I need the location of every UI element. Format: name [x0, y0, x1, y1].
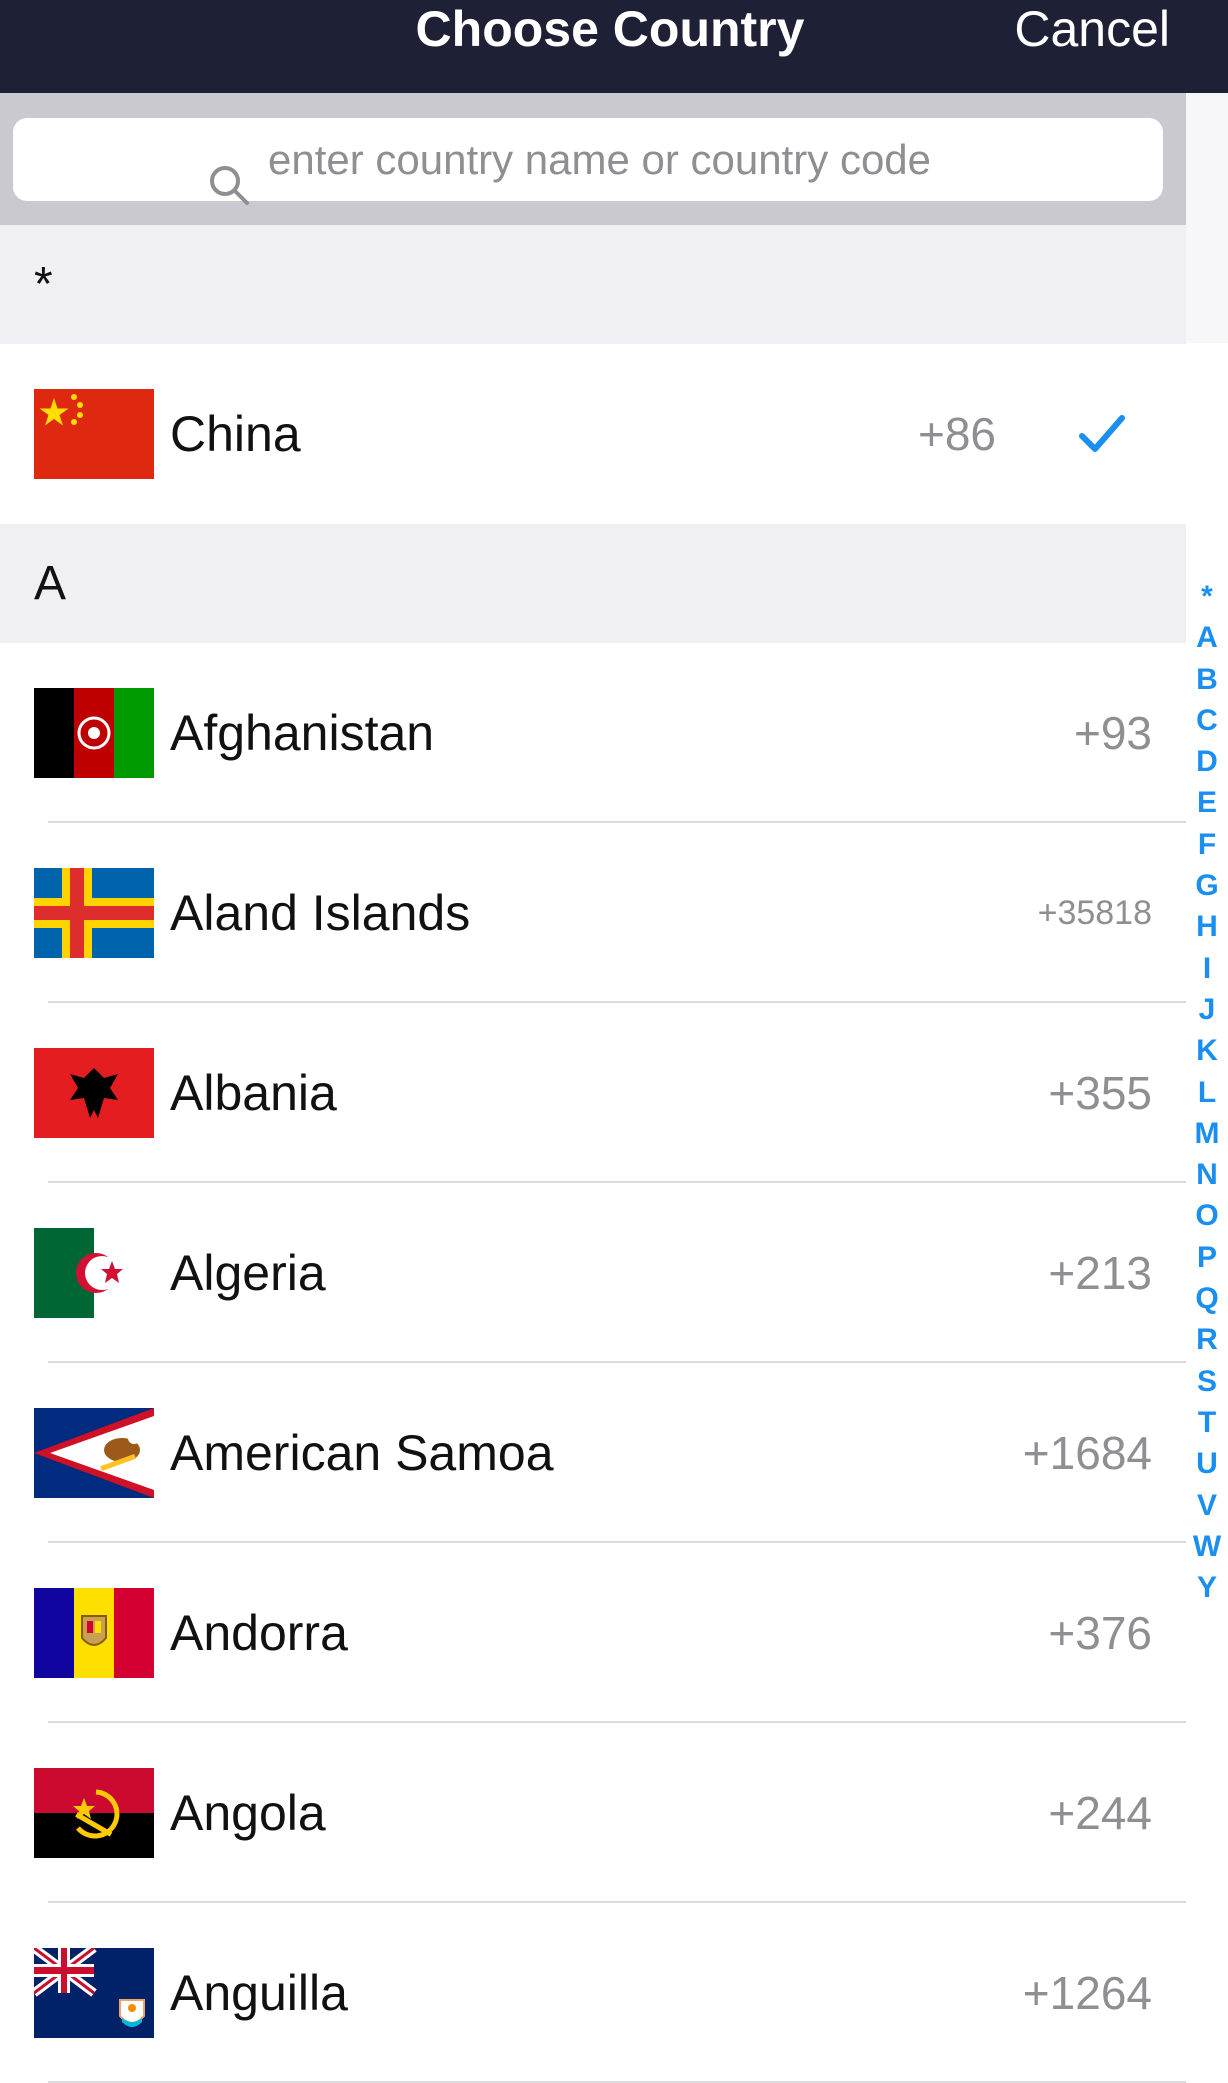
country-row[interactable]: Anguilla +1264	[0, 1903, 1186, 2083]
index-letter[interactable]: K	[1196, 1030, 1218, 1071]
index-letter[interactable]: T	[1198, 1402, 1216, 1443]
index-letter[interactable]: B	[1196, 659, 1218, 700]
flag-china-icon	[34, 389, 154, 479]
index-letter[interactable]: F	[1198, 824, 1216, 865]
flag-aland-islands-icon	[34, 868, 154, 958]
country-name: American Samoa	[170, 1425, 554, 1481]
country-name: Angola	[170, 1785, 326, 1841]
checkmark-icon	[1078, 412, 1126, 456]
country-row[interactable]: Andorra +376	[0, 1543, 1186, 1723]
country-row[interactable]: Algeria +213	[0, 1183, 1186, 1363]
flag-albania-icon	[34, 1048, 154, 1138]
index-letter[interactable]: H	[1196, 906, 1218, 947]
country-row[interactable]: Albania +355	[0, 1003, 1186, 1183]
index-letter[interactable]: R	[1196, 1319, 1218, 1360]
index-letter[interactable]: N	[1196, 1154, 1218, 1195]
country-dial-code: +244	[1048, 1787, 1152, 1839]
country-name: Andorra	[170, 1605, 348, 1661]
index-letter[interactable]: U	[1196, 1443, 1218, 1484]
index-letter[interactable]: V	[1197, 1485, 1217, 1526]
index-letter[interactable]: P	[1197, 1237, 1217, 1278]
search-bar-area	[0, 93, 1186, 225]
country-row[interactable]: Angola +244	[0, 1723, 1186, 1903]
side-strip	[1186, 93, 1228, 343]
index-letter[interactable]: O	[1195, 1195, 1218, 1236]
index-letter[interactable]: D	[1196, 741, 1218, 782]
index-letter[interactable]: Q	[1195, 1278, 1218, 1319]
navigation-bar: Choose Country Cancel	[0, 0, 1228, 93]
country-row[interactable]: China +86	[0, 344, 1186, 524]
index-letter[interactable]: A	[1196, 617, 1218, 658]
index-letter[interactable]: C	[1196, 700, 1218, 741]
index-letter[interactable]: G	[1195, 865, 1218, 906]
country-dial-code: +1264	[1022, 1967, 1152, 2019]
index-letter[interactable]: L	[1198, 1072, 1216, 1113]
country-name: Algeria	[170, 1245, 326, 1301]
index-letter[interactable]: Y	[1197, 1567, 1217, 1608]
country-dial-code: +86	[917, 408, 996, 460]
alphabet-index-bar[interactable]: * A B C D E F G H I J K L M N O P Q R S T U V W Y	[1186, 576, 1228, 1608]
country-dial-code: +213	[1048, 1247, 1152, 1299]
country-dial-code: +35818	[1037, 894, 1152, 932]
index-letter[interactable]: E	[1197, 782, 1217, 823]
country-row[interactable]: Afghanistan +93	[0, 643, 1186, 823]
index-letter[interactable]: S	[1197, 1361, 1217, 1402]
index-letter[interactable]: W	[1193, 1526, 1221, 1567]
country-list: * China +86 A Afghanistan +93 Aland Islands…	[0, 225, 1186, 2083]
search-box[interactable]	[13, 118, 1163, 205]
index-letter[interactable]: M	[1195, 1113, 1220, 1154]
section-header-label: A	[34, 557, 67, 610]
flag-andorra-icon	[34, 1588, 154, 1678]
country-dial-code: +1684	[1022, 1427, 1152, 1479]
country-name: Aland Islands	[170, 885, 471, 941]
country-row[interactable]: Aland Islands +35818	[0, 823, 1186, 1003]
country-dial-code: +93	[1073, 707, 1152, 759]
flag-angola-icon	[34, 1768, 154, 1858]
search-icon	[210, 166, 249, 205]
flag-algeria-icon	[34, 1228, 154, 1318]
section-header: *	[0, 225, 1186, 344]
section-header-label: *	[34, 258, 53, 311]
index-letter[interactable]: *	[1201, 576, 1213, 617]
country-name: Afghanistan	[170, 705, 435, 761]
flag-american-samoa-icon	[34, 1408, 154, 1498]
section-header: A	[0, 524, 1186, 643]
index-letter[interactable]: I	[1203, 948, 1211, 989]
country-dial-code: +376	[1048, 1607, 1152, 1659]
country-name: Anguilla	[170, 1965, 348, 2021]
flag-afghanistan-icon	[34, 688, 154, 778]
country-name: Albania	[170, 1065, 337, 1121]
country-dial-code: +355	[1048, 1067, 1152, 1119]
search-input[interactable]	[268, 128, 1098, 191]
country-row[interactable]: American Samoa +1684	[0, 1363, 1186, 1543]
cancel-button[interactable]: Cancel	[1014, 0, 1170, 58]
country-name: China	[170, 406, 301, 462]
flag-anguilla-icon	[34, 1948, 154, 2038]
index-letter[interactable]: J	[1199, 989, 1216, 1030]
